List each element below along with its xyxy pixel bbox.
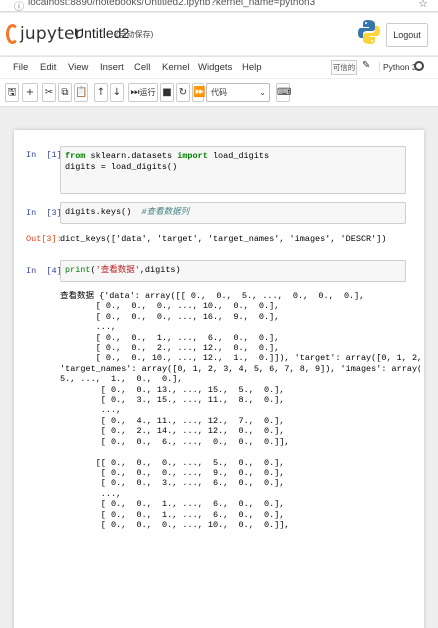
restart-icon: ↻ xyxy=(178,87,188,98)
kernel-name[interactable]: Python 3 xyxy=(379,62,417,72)
notebook-area[interactable]: In [1]: from sklearn.datasets import loa… xyxy=(0,108,438,628)
code-line: from sklearn.datasets import load_digits xyxy=(65,151,401,162)
output-text: dict_keys(['data', 'target', 'target_nam… xyxy=(60,234,387,244)
code-token: '查看数据' xyxy=(95,265,140,275)
restart-button[interactable]: ↻ xyxy=(176,83,190,102)
jupyter-header: jupyter Untitled2 (自动保存) Logout xyxy=(0,13,438,55)
cut-icon: ✂ xyxy=(44,87,54,98)
output-line: [ 0., 2., 14., ..., 12., 0., 0.], xyxy=(60,426,285,437)
jupyter-logo-icon xyxy=(6,24,19,44)
output-line: [ 0., 0., 0., ..., 9., 0., 0.], xyxy=(60,467,285,478)
info-circle-icon[interactable]: ⓘ xyxy=(14,0,24,11)
output-line: [ 0., 0., 0., ..., 16., 9., 0.], xyxy=(60,311,280,322)
output-line: [ 0., 0., 3., ..., 6., 0., 0.], xyxy=(60,478,285,489)
run-icon: ⏭ xyxy=(130,87,140,98)
code-token: digits xyxy=(65,162,101,172)
code-token: print xyxy=(65,265,91,275)
command-palette-button[interactable]: ⌨ xyxy=(276,83,292,102)
notebook-page: In [1]: from sklearn.datasets import loa… xyxy=(14,130,424,628)
menu-kernel[interactable]: Kernel xyxy=(162,62,189,73)
move-up-icon: ↑ xyxy=(96,87,106,98)
code-token: from xyxy=(65,151,86,161)
autosave-status: (自动保存) xyxy=(116,30,154,39)
code-token: #查看数据列 xyxy=(141,207,190,217)
code-token: digits.keys() xyxy=(65,207,142,217)
menu-edit[interactable]: Edit xyxy=(40,62,56,73)
move-down-button[interactable]: ↓ xyxy=(110,83,124,102)
output-line: [ 0., 0., 1., ..., 6., 0., 0.], xyxy=(60,499,285,510)
output-area: 查看数据 {'data': array([[ 0., 0., 5., ..., … xyxy=(60,291,420,611)
bookmark-star-icon[interactable]: ☆ xyxy=(418,0,428,10)
output-line: ..., xyxy=(60,322,117,333)
menu-insert[interactable]: Insert xyxy=(100,62,124,73)
move-up-button[interactable]: ↑ xyxy=(94,83,108,102)
restart-run-button[interactable]: ⏩ xyxy=(192,83,206,102)
url-text[interactable]: localhost:8890/notebooks/Untitled2.ipynb… xyxy=(28,0,315,8)
copy-button[interactable]: ⧉ xyxy=(58,83,72,102)
add-cell-icon: + xyxy=(25,87,35,98)
output-line: [ 0., 4., 11., ..., 12., 7., 0.], xyxy=(60,415,285,426)
jupyter-logo-text: jupyter xyxy=(20,24,82,44)
menubar: File Edit View Insert Cell Kernel Widget… xyxy=(0,56,438,78)
output-line: [ 0., 0., 10., ..., 12., 1., 0.]]), 'tar… xyxy=(95,353,420,364)
code-token: import xyxy=(177,151,208,161)
output-line: [ 0., 3., 15., ..., 11., 8., 0.], xyxy=(60,395,285,406)
menu-file[interactable]: File xyxy=(13,62,28,73)
output-line: [ 0., 0., 2., ..., 12., 0., 0.], xyxy=(60,343,280,354)
output-line: [ 0., 0., 13., ..., 15., 5., 0.], xyxy=(60,384,285,395)
output-prompt: Out[3]: xyxy=(26,234,62,244)
logout-button[interactable]: Logout xyxy=(386,23,428,47)
browser-url-bar[interactable]: ⓘ localhost:8890/notebooks/Untitled2.ipy… xyxy=(0,0,438,12)
run-label: 运行 xyxy=(139,88,156,97)
stop-icon: ■ xyxy=(162,87,172,98)
code-token: sklearn.datasets xyxy=(85,151,178,161)
menu-widgets[interactable]: Widgets xyxy=(198,62,232,73)
command-palette-icon: ⌨ xyxy=(277,87,292,98)
python-logo-icon xyxy=(358,20,380,44)
cell-type-select[interactable]: 代码 ⌄ xyxy=(206,83,270,102)
paste-icon: 📋 xyxy=(75,87,88,98)
cut-button[interactable]: ✂ xyxy=(42,83,56,102)
chevron-down-icon: ⌄ xyxy=(259,88,266,97)
output-line: 5., ..., 1., 0., 0.], xyxy=(60,374,183,385)
menu-help[interactable]: Help xyxy=(242,62,262,73)
stop-button[interactable]: ■ xyxy=(160,83,174,102)
code-input[interactable]: digits.keys() #查看数据列 xyxy=(60,202,406,224)
code-token: ,digits) xyxy=(139,265,181,275)
output-line: 'target_names': array([0, 1, 2, 3, 4, 5,… xyxy=(60,363,420,374)
toolbar: 🖫 + ✂ ⧉ 📋 ↑ ↓ ⏭运行 ■ ↻ ⏩ 代码 ⌄ ⌨ xyxy=(0,79,438,107)
output-line: [[ 0., 0., 0., ..., 5., 0., 0.], xyxy=(60,457,285,468)
output-line: [ 0., 0., 1., ..., 6., 0., 0.], xyxy=(60,332,280,343)
output-line: [ 0., 0., 0., ..., 10., 0., 0.], xyxy=(60,301,280,312)
output-line: [ 0., 0., 6., ..., 0., 0., 0.]], xyxy=(60,436,290,447)
code-input[interactable]: print('查看数据',digits) xyxy=(60,260,406,282)
code-token: load_digits() xyxy=(105,162,178,172)
add-cell-button[interactable]: + xyxy=(22,83,38,102)
kernel-status-icon xyxy=(414,61,424,71)
output-line: ..., xyxy=(60,405,122,416)
output-line: 查看数据 {'data': array([[ 0., 0., 5., ..., … xyxy=(60,291,365,301)
save-button[interactable]: 🖫 xyxy=(5,83,19,102)
move-down-icon: ↓ xyxy=(112,87,122,98)
restart-run-icon: ⏩ xyxy=(193,87,206,98)
output-line: ..., xyxy=(60,488,122,499)
output-line: [ 0., 0., 1., ..., 6., 0., 0.], xyxy=(60,509,285,520)
cell-type-value: 代码 xyxy=(211,88,227,97)
menu-view[interactable]: View xyxy=(68,62,88,73)
code-line: digits.keys() #查看数据列 xyxy=(65,207,401,218)
pencil-icon[interactable]: ✎ xyxy=(362,60,370,71)
code-line: digits = load_digits() xyxy=(65,162,401,173)
code-line: print('查看数据',digits) xyxy=(65,265,401,276)
code-token: load_digits xyxy=(207,151,270,161)
run-button[interactable]: ⏭运行 xyxy=(128,83,158,102)
save-icon: 🖫 xyxy=(7,87,17,98)
output-line: [ 0., 0., 0., ..., 10., 0., 0.]], xyxy=(60,519,290,530)
trusted-indicator[interactable]: 可信的 xyxy=(331,60,357,75)
code-input[interactable]: from sklearn.datasets import load_digits… xyxy=(60,146,406,194)
menu-cell[interactable]: Cell xyxy=(134,62,150,73)
paste-button[interactable]: 📋 xyxy=(74,83,88,102)
copy-icon: ⧉ xyxy=(61,87,69,98)
